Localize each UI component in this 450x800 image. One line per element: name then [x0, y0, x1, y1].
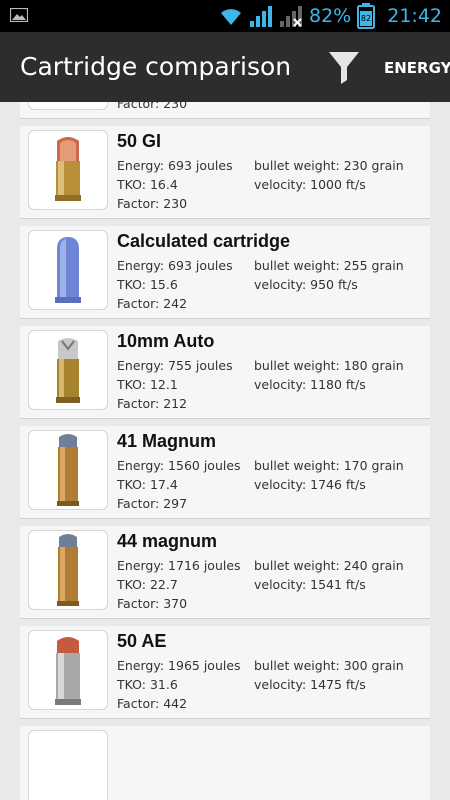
- copper-hollow-cartridge-icon: [55, 137, 81, 201]
- velocity-value: velocity: 1475 ft/s: [254, 677, 366, 692]
- factor-value: Factor: 230: [117, 196, 188, 211]
- bullet-weight-value: bullet weight: 300 grain: [254, 658, 404, 673]
- bullet-weight-value: bullet weight: 255 grain: [254, 258, 404, 273]
- list-item[interactable]: 10mm Auto Energy: 755 joules bullet weight…: [20, 326, 430, 419]
- cartridge-image: [28, 730, 108, 800]
- bullet-weight-value: bullet weight: 180 grain: [254, 358, 404, 373]
- cartridge-image: [28, 530, 108, 610]
- silver-copper-cartridge-icon: [55, 637, 81, 705]
- cartridge-name: 50 AE: [117, 631, 167, 651]
- energy-value: Energy: 755 joules: [117, 358, 233, 373]
- factor-value: Factor: 212: [117, 396, 188, 411]
- list-item[interactable]: [20, 726, 430, 800]
- velocity-value: velocity: 1000 ft/s: [254, 177, 366, 192]
- battery-percent: 82%: [309, 5, 352, 27]
- cartridge-name: 10mm Auto: [117, 331, 215, 351]
- factor-value: Factor: 370: [117, 596, 188, 611]
- velocity-value: velocity: 1746 ft/s: [254, 477, 366, 492]
- energy-value: Energy: 693 joules: [117, 158, 233, 173]
- tko-value: TKO: 22.7: [117, 577, 178, 592]
- gallery-icon: [10, 8, 28, 22]
- list-item[interactable]: TKO: 14.8velocity: 900 ft/sFactor: 230: [20, 102, 430, 119]
- list-item[interactable]: Calculated cartridge Energy: 693 joules bu…: [20, 226, 430, 319]
- silver-hollowpoint-cartridge-icon: [56, 338, 80, 403]
- velocity-value: velocity: 1180 ft/s: [254, 377, 366, 392]
- tko-value: TKO: 15.6: [117, 277, 178, 292]
- battery-icon: 82: [357, 3, 376, 29]
- energy-value: Energy: 1965 joules: [117, 658, 241, 673]
- cartridge-image: [28, 430, 108, 510]
- tko-value: TKO: 12.1: [117, 377, 178, 392]
- wifi-icon: [221, 9, 241, 25]
- filter-icon[interactable]: [328, 50, 360, 84]
- velocity-value: velocity: 1541 ft/s: [254, 577, 366, 592]
- list-item[interactable]: 50 GI Energy: 693 joules bullet weight: 23…: [20, 126, 430, 219]
- energy-value: Energy: 693 joules: [117, 258, 233, 273]
- cartridge-name: 50 GI: [117, 131, 162, 151]
- velocity-value: velocity: 950 ft/s: [254, 277, 358, 292]
- factor-value: Factor: 242: [117, 296, 188, 311]
- factor-value: Factor: 442: [117, 696, 188, 711]
- energy-value: Energy: 1716 joules: [117, 558, 241, 573]
- cartridge-image: [28, 630, 108, 710]
- signal-no-service-icon: [280, 6, 302, 27]
- cartridge-name: 41 Magnum: [117, 431, 217, 451]
- battery-level: 82: [361, 14, 371, 23]
- bullet-weight-value: bullet weight: 230 grain: [254, 158, 404, 173]
- list-item[interactable]: 44 magnum Energy: 1716 joules bullet weigh…: [20, 526, 430, 619]
- cartridge-image: [28, 102, 108, 110]
- factor-value: Factor: 230: [117, 102, 188, 111]
- list-item[interactable]: 41 Magnum Energy: 1560 joules bullet weigh…: [20, 426, 430, 519]
- long-brass-cartridge-icon: [57, 534, 79, 606]
- generic-blue-cartridge-icon: [55, 237, 81, 303]
- status-bar: 82% 82 21:42: [0, 0, 450, 32]
- clock: 21:42: [387, 5, 442, 27]
- bullet-weight-value: bullet weight: 240 grain: [254, 558, 404, 573]
- list-item[interactable]: 50 AE Energy: 1965 joules bullet weight: 3…: [20, 626, 430, 719]
- tko-value: TKO: 16.4: [117, 177, 178, 192]
- cartridge-image: [28, 230, 108, 310]
- tko-value: TKO: 17.4: [117, 477, 178, 492]
- cartridge-image: [28, 130, 108, 210]
- long-brass-cartridge-icon: [57, 434, 79, 506]
- tko-value: TKO: 31.6: [117, 677, 178, 692]
- signal-icon: [250, 6, 272, 27]
- action-bar: Cartridge comparison ENERGY: [0, 32, 450, 102]
- energy-value: Energy: 1560 joules: [117, 458, 241, 473]
- factor-value: Factor: 297: [117, 496, 188, 511]
- cartridge-list[interactable]: TKO: 14.8velocity: 900 ft/sFactor: 230 50…: [0, 102, 450, 800]
- brass-cartridge-icon: [29, 102, 107, 109]
- cartridge-name: Calculated cartridge: [117, 231, 291, 251]
- cartridge-name: 44 magnum: [117, 531, 218, 551]
- cartridge-image: [28, 330, 108, 410]
- sort-by-energy-button[interactable]: ENERGY: [384, 59, 450, 77]
- page-title: Cartridge comparison: [20, 52, 292, 81]
- bullet-weight-value: bullet weight: 170 grain: [254, 458, 404, 473]
